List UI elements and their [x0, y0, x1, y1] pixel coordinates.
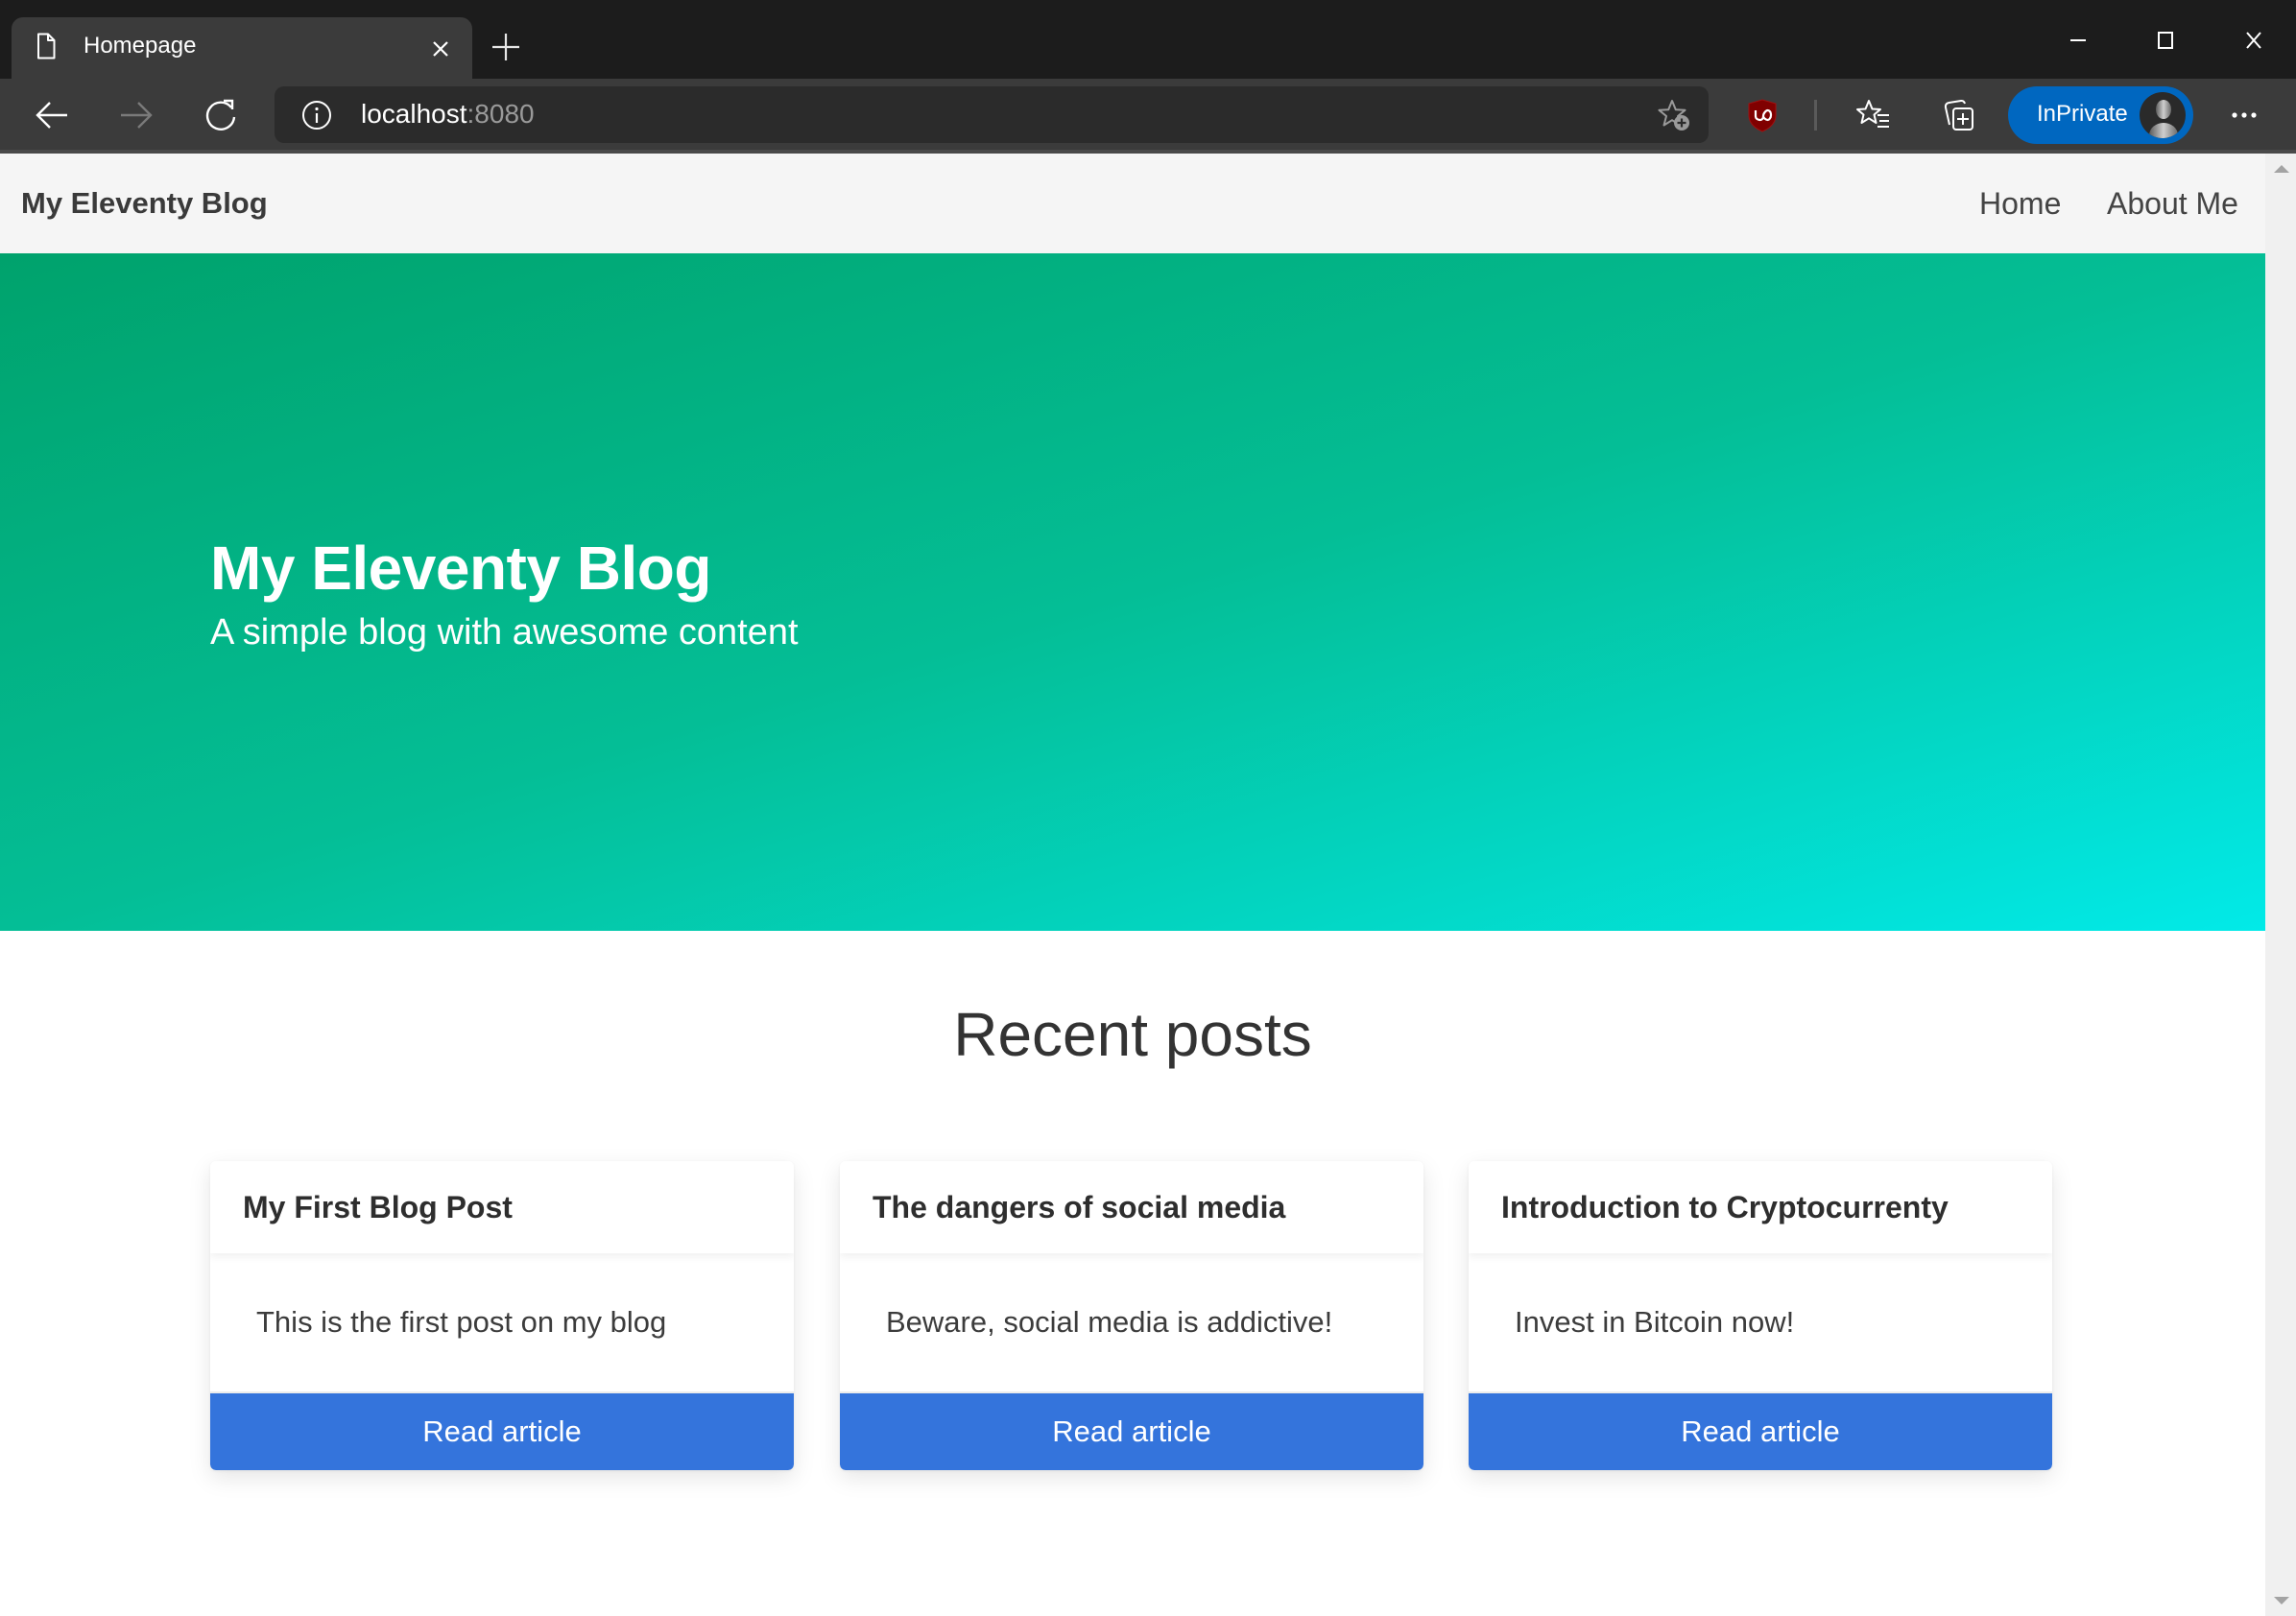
url-text[interactable]: localhost:8080 — [361, 98, 535, 131]
url-host: localhost — [361, 99, 467, 129]
hero-banner: My Eleventy Blog A simple blog with awes… — [0, 253, 2265, 931]
post-card-body: Beware, social media is addictive! — [840, 1253, 1423, 1393]
post-title: My First Blog Post — [243, 1190, 513, 1224]
nav-link-home[interactable]: Home — [1979, 186, 2061, 221]
site-navbar: My Eleventy Blog Home About Me — [0, 154, 2265, 253]
hero-title: My Eleventy Blog — [210, 534, 711, 603]
collections-icon[interactable] — [1940, 96, 1978, 134]
post-card: The dangers of social media Beware, soci… — [840, 1161, 1423, 1470]
url-port: :8080 — [466, 99, 535, 129]
page-icon — [37, 33, 56, 59]
post-card-body: This is the first post on my blog — [210, 1253, 794, 1393]
read-article-button[interactable]: Read article — [1469, 1393, 2052, 1470]
address-bar[interactable]: localhost:8080 — [275, 86, 1709, 143]
hero-subtitle: A simple blog with awesome content — [210, 612, 799, 653]
new-tab-icon[interactable] — [490, 31, 522, 63]
read-article-button[interactable]: Read article — [840, 1393, 1423, 1470]
post-title: The dangers of social media — [873, 1190, 1286, 1224]
favorites-icon[interactable] — [1854, 96, 1893, 134]
avatar-icon — [2140, 92, 2186, 138]
add-favorite-icon[interactable] — [1657, 98, 1691, 132]
page-viewport: My Eleventy Blog Home About Me My Eleven… — [0, 154, 2265, 1616]
nav-link-about-me[interactable]: About Me — [2107, 186, 2238, 221]
post-card: Introduction to Cryptocurrenty Invest in… — [1469, 1161, 2052, 1470]
back-arrow-icon[interactable] — [31, 94, 73, 136]
tab-title: Homepage — [84, 33, 197, 59]
close-tab-icon[interactable] — [426, 35, 455, 63]
ublock-origin-icon[interactable] — [1743, 96, 1782, 134]
close-window-icon[interactable] — [2235, 21, 2273, 59]
post-card-header: Introduction to Cryptocurrenty — [1469, 1161, 2052, 1253]
post-card: My First Blog Post This is the first pos… — [210, 1161, 794, 1470]
post-card-body: Invest in Bitcoin now! — [1469, 1253, 2052, 1393]
browser-tab-homepage[interactable]: Homepage — [12, 17, 472, 84]
maximize-icon[interactable] — [2146, 21, 2185, 59]
recent-posts-heading: Recent posts — [953, 1000, 1312, 1069]
more-options-icon[interactable] — [2225, 100, 2263, 131]
inprivate-profile-button[interactable]: InPrivate — [2008, 86, 2193, 144]
toolbar-separator — [1814, 100, 1817, 131]
site-brand-link[interactable]: My Eleventy Blog — [21, 186, 268, 221]
post-card-header: The dangers of social media — [840, 1161, 1423, 1253]
scroll-up-arrow-icon[interactable] — [2274, 165, 2289, 173]
minimize-icon[interactable] — [2059, 21, 2097, 59]
scroll-down-arrow-icon[interactable] — [2274, 1597, 2289, 1604]
post-excerpt: Invest in Bitcoin now! — [1515, 1305, 1795, 1339]
refresh-icon[interactable] — [200, 94, 242, 136]
post-excerpt: This is the first post on my blog — [256, 1305, 667, 1339]
forward-arrow-icon[interactable] — [115, 94, 157, 136]
post-title: Introduction to Cryptocurrenty — [1501, 1190, 1949, 1224]
inprivate-label: InPrivate — [2037, 101, 2128, 127]
post-excerpt: Beware, social media is addictive! — [886, 1305, 1333, 1339]
read-article-button[interactable]: Read article — [210, 1393, 794, 1470]
vertical-scrollbar[interactable] — [2265, 154, 2296, 1616]
post-card-header: My First Blog Post — [210, 1161, 794, 1253]
site-info-icon[interactable] — [301, 100, 332, 131]
